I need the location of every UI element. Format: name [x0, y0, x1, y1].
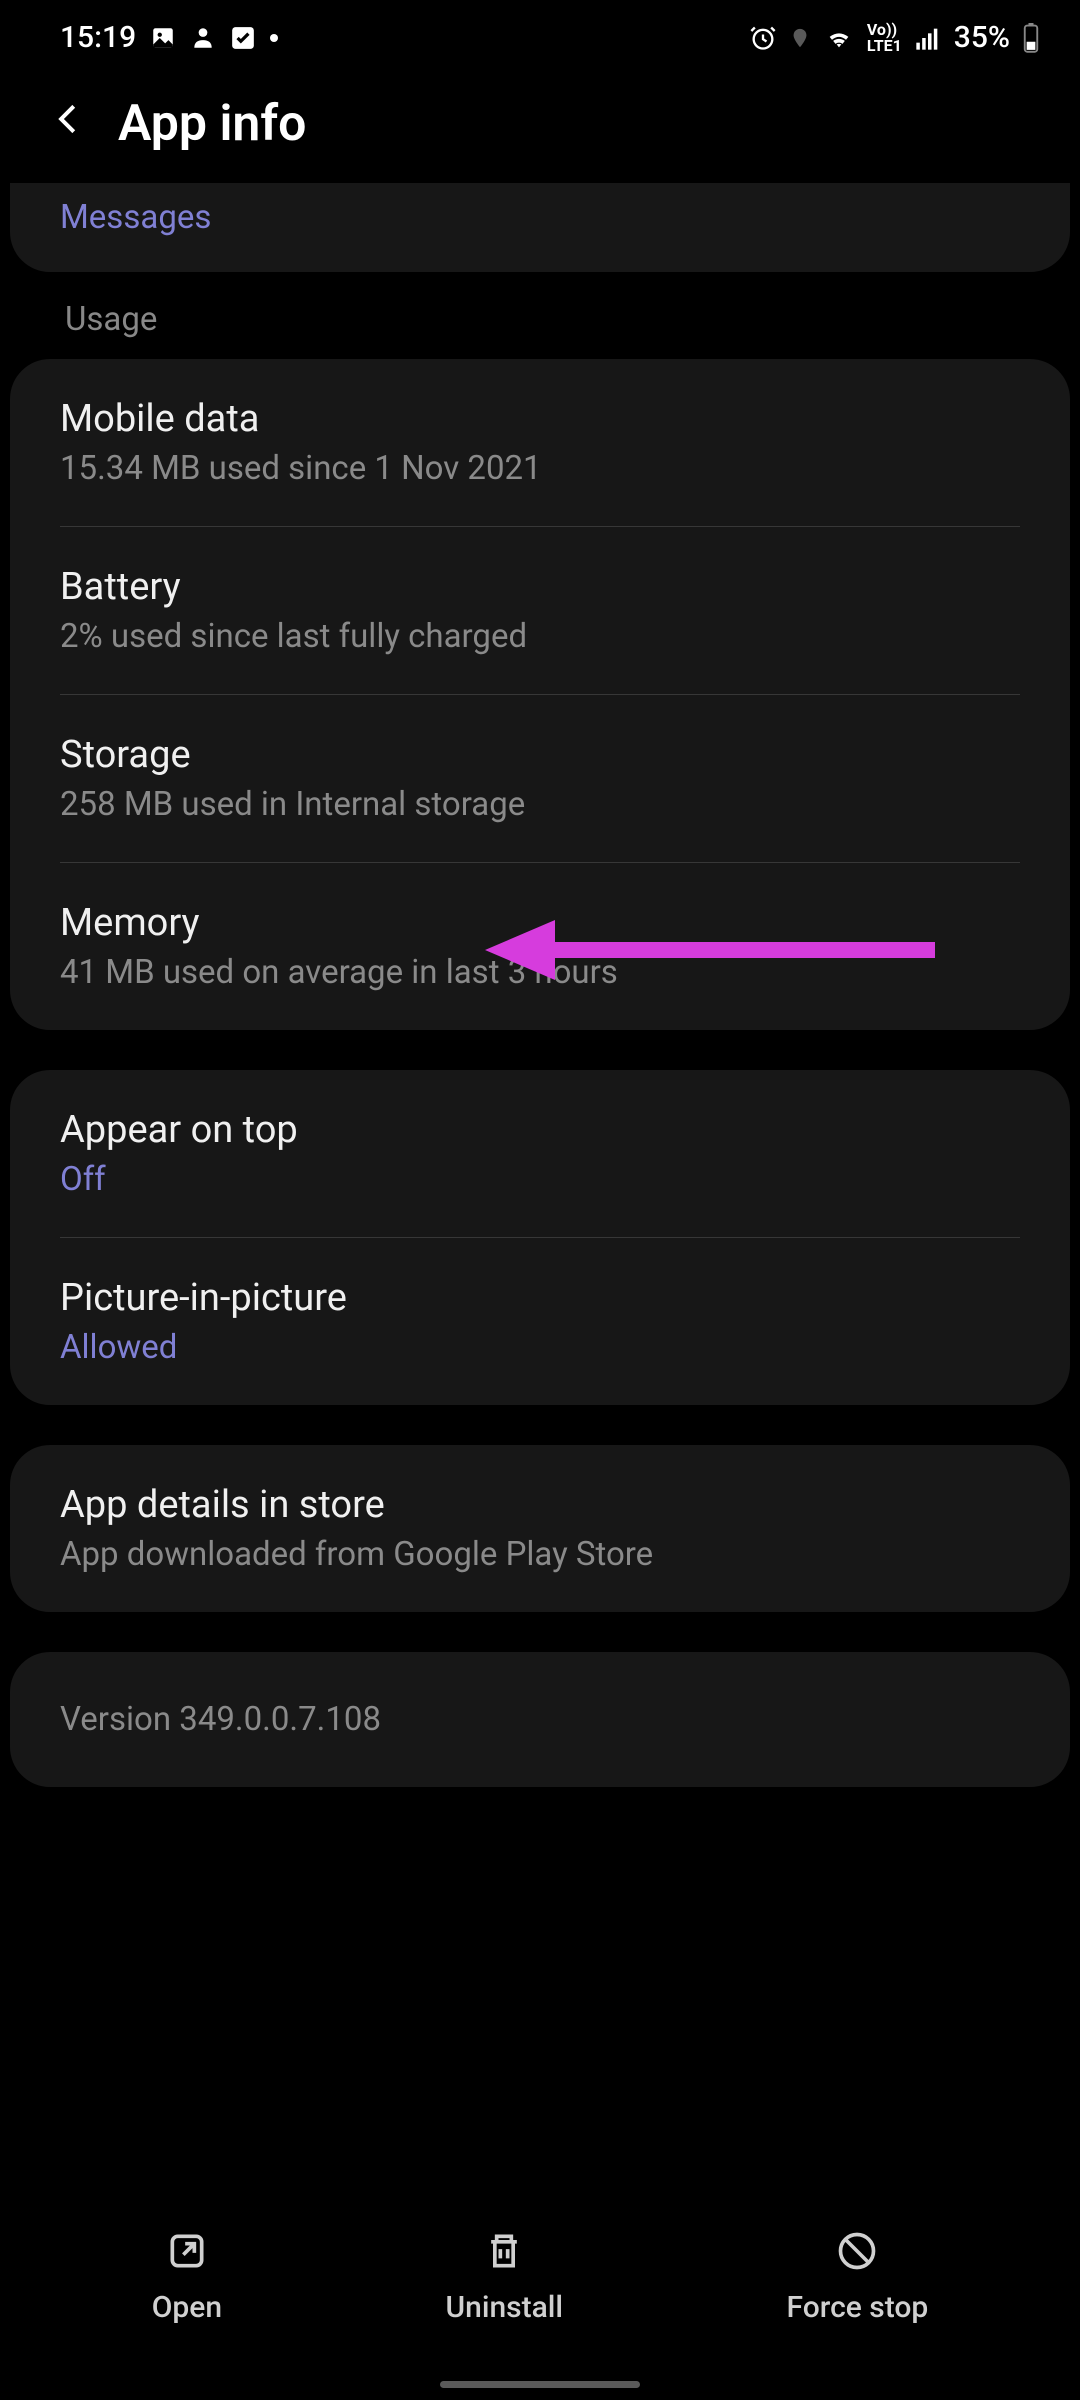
storage-title: Storage	[60, 733, 1020, 777]
status-bar: 15:19 Vo))LTE1 35%	[0, 0, 1080, 65]
battery-sub: 2% used since last fully charged	[60, 617, 1020, 656]
app-details-store-item[interactable]: App details in store App downloaded from…	[10, 1445, 1070, 1612]
stop-icon	[832, 2226, 882, 2276]
bottom-action-bar: Open Uninstall Force stop	[0, 2201, 1080, 2350]
checkbox-icon	[230, 25, 256, 51]
location-icon	[789, 27, 811, 49]
force-stop-label: Force stop	[787, 2290, 929, 2325]
trash-icon	[479, 2226, 529, 2276]
appear-on-top-title: Appear on top	[60, 1108, 1020, 1152]
open-icon	[162, 2226, 212, 2276]
store-card: App details in store App downloaded from…	[10, 1445, 1070, 1612]
content-area: Messages Usage Mobile data 15.34 MB used…	[0, 183, 1080, 1787]
battery-percent: 35%	[954, 20, 1010, 55]
memory-sub: 41 MB used on average in last 3 hours	[60, 953, 1020, 992]
open-button[interactable]: Open	[152, 2226, 222, 2325]
overlay-card: Appear on top Off Picture-in-picture All…	[10, 1070, 1070, 1405]
alarm-icon	[749, 24, 777, 52]
status-time: 15:19	[60, 20, 136, 55]
appear-on-top-value: Off	[60, 1160, 1020, 1199]
memory-title: Memory	[60, 901, 1020, 945]
battery-title: Battery	[60, 565, 1020, 609]
memory-item[interactable]: Memory 41 MB used on average in last 3 h…	[10, 863, 1070, 1030]
usage-section-label: Usage	[10, 300, 1070, 359]
back-icon[interactable]	[50, 100, 88, 149]
force-stop-button[interactable]: Force stop	[787, 2226, 929, 2325]
uninstall-label: Uninstall	[445, 2290, 563, 2325]
status-left: 15:19	[60, 20, 278, 55]
open-label: Open	[152, 2290, 222, 2325]
app-header: App info	[0, 65, 1080, 183]
mobile-data-item[interactable]: Mobile data 15.34 MB used since 1 Nov 20…	[10, 359, 1070, 526]
storage-sub: 258 MB used in Internal storage	[60, 785, 1020, 824]
pip-value: Allowed	[60, 1328, 1020, 1367]
page-title: App info	[118, 95, 306, 153]
mobile-data-sub: 15.34 MB used since 1 Nov 2021	[60, 449, 1020, 488]
version-card: Version 349.0.0.7.108	[10, 1652, 1070, 1787]
pip-title: Picture-in-picture	[60, 1276, 1020, 1320]
battery-icon	[1022, 23, 1040, 53]
storage-item[interactable]: Storage 258 MB used in Internal storage	[10, 695, 1070, 862]
messaging-value: Messages	[60, 198, 1020, 237]
mobile-data-title: Mobile data	[60, 397, 1020, 441]
appear-on-top-item[interactable]: Appear on top Off	[10, 1070, 1070, 1237]
person-icon	[190, 25, 216, 51]
nav-handle[interactable]	[440, 2381, 640, 2388]
version-text: Version 349.0.0.7.108	[60, 1700, 1020, 1739]
more-dot-icon	[270, 34, 278, 42]
wifi-icon	[823, 24, 855, 52]
volte-icon: Vo))LTE1	[867, 22, 902, 54]
messaging-app-item[interactable]: Messages	[10, 183, 1070, 272]
pip-item[interactable]: Picture-in-picture Allowed	[10, 1238, 1070, 1405]
usage-card: Mobile data 15.34 MB used since 1 Nov 20…	[10, 359, 1070, 1030]
picture-icon	[150, 25, 176, 51]
store-title: App details in store	[60, 1483, 1020, 1527]
store-sub: App downloaded from Google Play Store	[60, 1535, 1020, 1574]
battery-item[interactable]: Battery 2% used since last fully charged	[10, 527, 1070, 694]
status-right: Vo))LTE1 35%	[749, 20, 1040, 55]
signal-icon	[914, 24, 942, 52]
uninstall-button[interactable]: Uninstall	[445, 2226, 563, 2325]
